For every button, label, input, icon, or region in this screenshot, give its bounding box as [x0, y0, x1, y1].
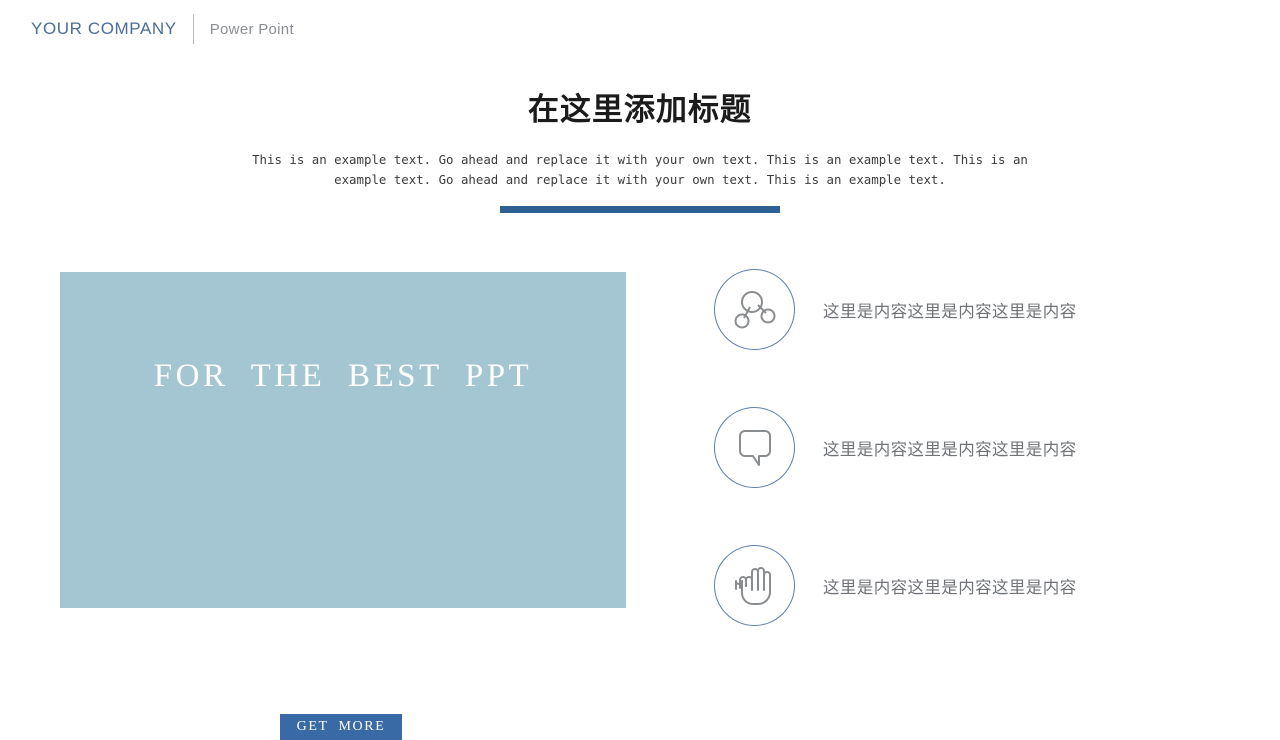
page-header: YOUR COMPANY Power Point	[0, 0, 1280, 58]
promo-panel: FOR THE BEST PPT GET MORE	[60, 272, 626, 740]
promo-headline: FOR THE BEST PPT	[153, 358, 533, 394]
list-item[interactable]: 这里是内容这里是内容这里是内容	[714, 268, 1234, 351]
accent-divider-bar	[500, 206, 780, 213]
get-more-button[interactable]: GET MORE	[280, 714, 402, 740]
brand-divider	[192, 14, 194, 44]
list-item-label: 这里是内容这里是内容这里是内容	[823, 578, 1077, 597]
page-subtitle: This is an example text. Go ahead and re…	[252, 152, 1028, 187]
feature-list: 这里是内容这里是内容这里是内容 这里是内容这里是内容这里是内容 这里是内容这里是…	[714, 268, 1234, 627]
brand-subtitle: Power Point	[209, 20, 294, 38]
list-item-label: 这里是内容这里是内容这里是内容	[823, 440, 1077, 459]
speech-bubble-icon	[714, 407, 795, 488]
network-nodes-icon	[714, 269, 795, 350]
list-item[interactable]: 这里是内容这里是内容这里是内容	[714, 406, 1234, 489]
list-item[interactable]: 这里是内容这里是内容这里是内容	[714, 544, 1234, 627]
page-title: 在这里添加标题	[528, 92, 752, 127]
brand-name: YOUR COMPANY	[31, 19, 177, 38]
hand-palm-icon	[714, 545, 795, 626]
list-item-label: 这里是内容这里是内容这里是内容	[823, 302, 1077, 321]
